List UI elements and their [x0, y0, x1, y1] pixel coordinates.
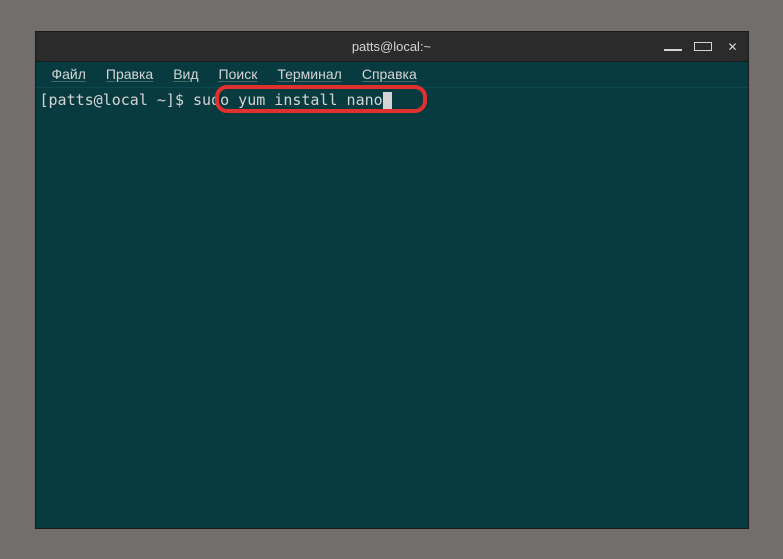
- menubar: Файл Правка Вид Поиск Терминал Справка: [36, 62, 748, 88]
- shell-prompt: [patts@local ~]$: [40, 90, 194, 111]
- maximize-button[interactable]: [694, 39, 712, 54]
- window-title: patts@local:~: [352, 39, 431, 54]
- menu-edit[interactable]: Правка: [96, 63, 163, 85]
- minimize-icon: [664, 49, 682, 51]
- minimize-button[interactable]: [664, 39, 682, 54]
- menu-help[interactable]: Справка: [352, 63, 427, 85]
- terminal-body[interactable]: [patts@local ~]$ sudo yum install nano: [36, 88, 748, 528]
- menu-view[interactable]: Вид: [163, 63, 208, 85]
- menu-terminal[interactable]: Терминал: [267, 63, 351, 85]
- menu-search[interactable]: Поиск: [209, 63, 268, 85]
- cursor: [383, 92, 392, 109]
- command-text: sudo yum install nano: [193, 90, 383, 111]
- maximize-icon: [694, 42, 712, 51]
- titlebar: patts@local:~: [36, 32, 748, 62]
- prompt-line: [patts@local ~]$ sudo yum install nano: [40, 90, 744, 111]
- menu-file[interactable]: Файл: [42, 63, 96, 85]
- window-controls: [664, 39, 742, 54]
- terminal-window: patts@local:~ Файл Правка Вид Поиск Терм…: [35, 31, 749, 529]
- close-button[interactable]: [724, 39, 742, 54]
